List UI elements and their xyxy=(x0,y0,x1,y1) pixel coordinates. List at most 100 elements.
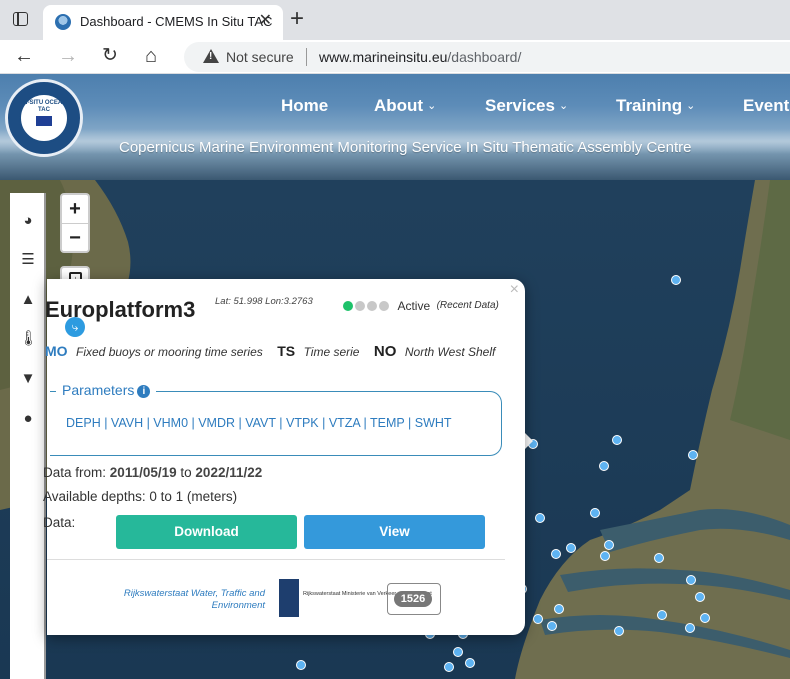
address-bar[interactable]: Not secure www.marineinsitu.eu/dashboard… xyxy=(184,42,790,72)
parameters-box: Parameters i DEPH | VAVH | VHM0 | VMDR | … xyxy=(50,382,502,456)
station-marker[interactable] xyxy=(547,621,557,631)
divider xyxy=(47,559,505,560)
region-description: North West Shelf xyxy=(404,345,496,359)
nav-about-label: About xyxy=(374,96,424,115)
station-marker[interactable] xyxy=(695,592,705,602)
station-marker[interactable] xyxy=(590,508,600,518)
nav-services[interactable]: Services ⌄ xyxy=(485,96,568,116)
station-marker[interactable] xyxy=(686,575,696,585)
view-button[interactable]: View xyxy=(304,515,485,549)
station-marker[interactable] xyxy=(700,613,710,623)
url-path: /dashboard/ xyxy=(447,49,522,65)
date-to: 2022/11/22 xyxy=(195,465,263,480)
station-marker[interactable] xyxy=(465,658,475,668)
data-label: Data: xyxy=(43,515,76,530)
nav-about[interactable]: About ⌄ xyxy=(374,96,436,116)
platform-coordinates: Lat: 51.998 Lon:3.2763 xyxy=(215,296,313,307)
status-dot xyxy=(379,300,389,311)
type-description: Fixed buoys or mooring time series xyxy=(76,345,263,359)
site-logo[interactable]: IN-SITU OCEAN TAC xyxy=(5,79,83,157)
site-tagline: Copernicus Marine Environment Monitoring… xyxy=(119,139,692,156)
user-icon[interactable]: ● xyxy=(19,410,37,428)
available-depths: Available depths: 0 to 1 (meters) xyxy=(43,489,238,504)
nav-events-label: Events xyxy=(743,96,790,115)
chevron-down-icon: ⌄ xyxy=(427,100,437,112)
nav-training[interactable]: Training ⌄ xyxy=(616,96,695,116)
reload-icon[interactable]: ↻ xyxy=(102,44,118,68)
logo-text: IN-SITU OCEAN TAC xyxy=(21,100,67,113)
browser-tab[interactable]: Dashboard - CMEMS In Situ TAC ✕ xyxy=(43,5,283,40)
zoom-out-button[interactable]: − xyxy=(62,224,88,253)
station-marker[interactable] xyxy=(551,549,561,559)
database-icon[interactable]: ☰ xyxy=(19,251,37,269)
nav-training-label: Training xyxy=(616,96,683,115)
close-icon[interactable]: × xyxy=(510,282,519,298)
data-from-label: Data from: xyxy=(43,465,107,480)
platform-icon[interactable]: ◕ xyxy=(19,212,37,230)
close-tab-icon[interactable]: ✕ xyxy=(259,12,272,30)
thermometer-icon[interactable]: 🌡 xyxy=(19,330,38,348)
eu-flag-icon xyxy=(36,116,52,126)
station-marker[interactable] xyxy=(685,623,695,633)
zoom-in-button[interactable]: + xyxy=(62,195,88,224)
station-marker[interactable] xyxy=(444,662,454,672)
nav-home[interactable]: Home xyxy=(281,96,328,116)
nav-events[interactable]: Events xyxy=(743,96,790,116)
status-label: Active xyxy=(397,298,431,313)
station-marker[interactable] xyxy=(671,275,681,285)
parameters-list[interactable]: DEPH | VAVH | VHM0 | VMDR | VAVT | VTPK … xyxy=(66,416,452,430)
status-dot xyxy=(355,300,365,311)
buoy-icon[interactable]: ▲ xyxy=(19,291,37,309)
chevron-down-icon: ⌄ xyxy=(558,100,569,112)
platform-tags: MO Fixed buoys or mooring time series TS… xyxy=(45,343,505,361)
new-tab-button[interactable]: + xyxy=(290,6,304,32)
warning-icon[interactable] xyxy=(203,49,219,63)
parameters-label: Parameters xyxy=(62,382,135,398)
station-marker[interactable] xyxy=(654,553,664,563)
window-menu-icon[interactable] xyxy=(13,12,28,26)
home-icon[interactable]: ⌂ xyxy=(145,44,157,68)
station-marker[interactable] xyxy=(566,543,576,553)
map-tool-sidebar: ◕ ☰ ▲ 🌡 ▼ ● xyxy=(10,193,46,679)
data-code: TS xyxy=(277,343,296,359)
share-icon[interactable]: ⤷ xyxy=(65,317,85,337)
popup-tip xyxy=(524,432,533,450)
station-marker[interactable] xyxy=(535,513,545,523)
forward-arrow-icon[interactable]: → xyxy=(58,44,78,68)
station-marker[interactable] xyxy=(604,540,614,550)
station-marker[interactable] xyxy=(600,551,610,561)
browser-tabstrip: Dashboard - CMEMS In Situ TAC ✕ + xyxy=(0,0,790,40)
url-text[interactable]: www.marineinsitu.eu/dashboard/ xyxy=(319,49,521,65)
count-value: 1526 xyxy=(394,591,432,607)
browser-toolbar: ← → ↻ ⌂ Not secure www.marineinsitu.eu/d… xyxy=(0,40,790,74)
station-marker[interactable] xyxy=(453,647,463,657)
status-dot-active xyxy=(343,300,353,311)
status-indicator: Active (Recent Data) xyxy=(343,297,499,315)
zoom-control: + − xyxy=(60,193,90,253)
station-marker[interactable] xyxy=(657,610,667,620)
status-dot xyxy=(367,300,377,311)
status-note: (Recent Data) xyxy=(436,300,499,312)
count-badge[interactable]: 1526 xyxy=(387,583,441,615)
station-marker[interactable] xyxy=(688,450,698,460)
filter-icon[interactable]: ▼ xyxy=(19,370,37,388)
url-divider xyxy=(306,48,307,66)
type-code: MO xyxy=(45,343,68,359)
station-marker[interactable] xyxy=(599,461,609,471)
url-host: www.marineinsitu.eu xyxy=(319,49,448,65)
tab-title: Dashboard - CMEMS In Situ TAC xyxy=(80,14,273,29)
info-icon[interactable]: i xyxy=(137,385,151,398)
station-marker[interactable] xyxy=(614,626,624,636)
provider-link[interactable]: Rijkswaterstaat Water, Traffic and Envir… xyxy=(107,588,265,612)
platform-popup: × Europlatform3 ⤷ Lat: 51.998 Lon:3.2763… xyxy=(43,279,525,635)
date-from: 2011/05/19 xyxy=(109,465,177,480)
station-marker[interactable] xyxy=(296,660,306,670)
nav-home-label: Home xyxy=(281,96,329,115)
station-marker[interactable] xyxy=(533,614,543,624)
station-marker[interactable] xyxy=(554,604,564,614)
download-button[interactable]: Download xyxy=(116,515,297,549)
back-arrow-icon[interactable]: ← xyxy=(14,44,34,68)
security-label[interactable]: Not secure xyxy=(226,49,294,65)
date-to-word: to xyxy=(180,465,192,480)
station-marker[interactable] xyxy=(612,435,622,445)
